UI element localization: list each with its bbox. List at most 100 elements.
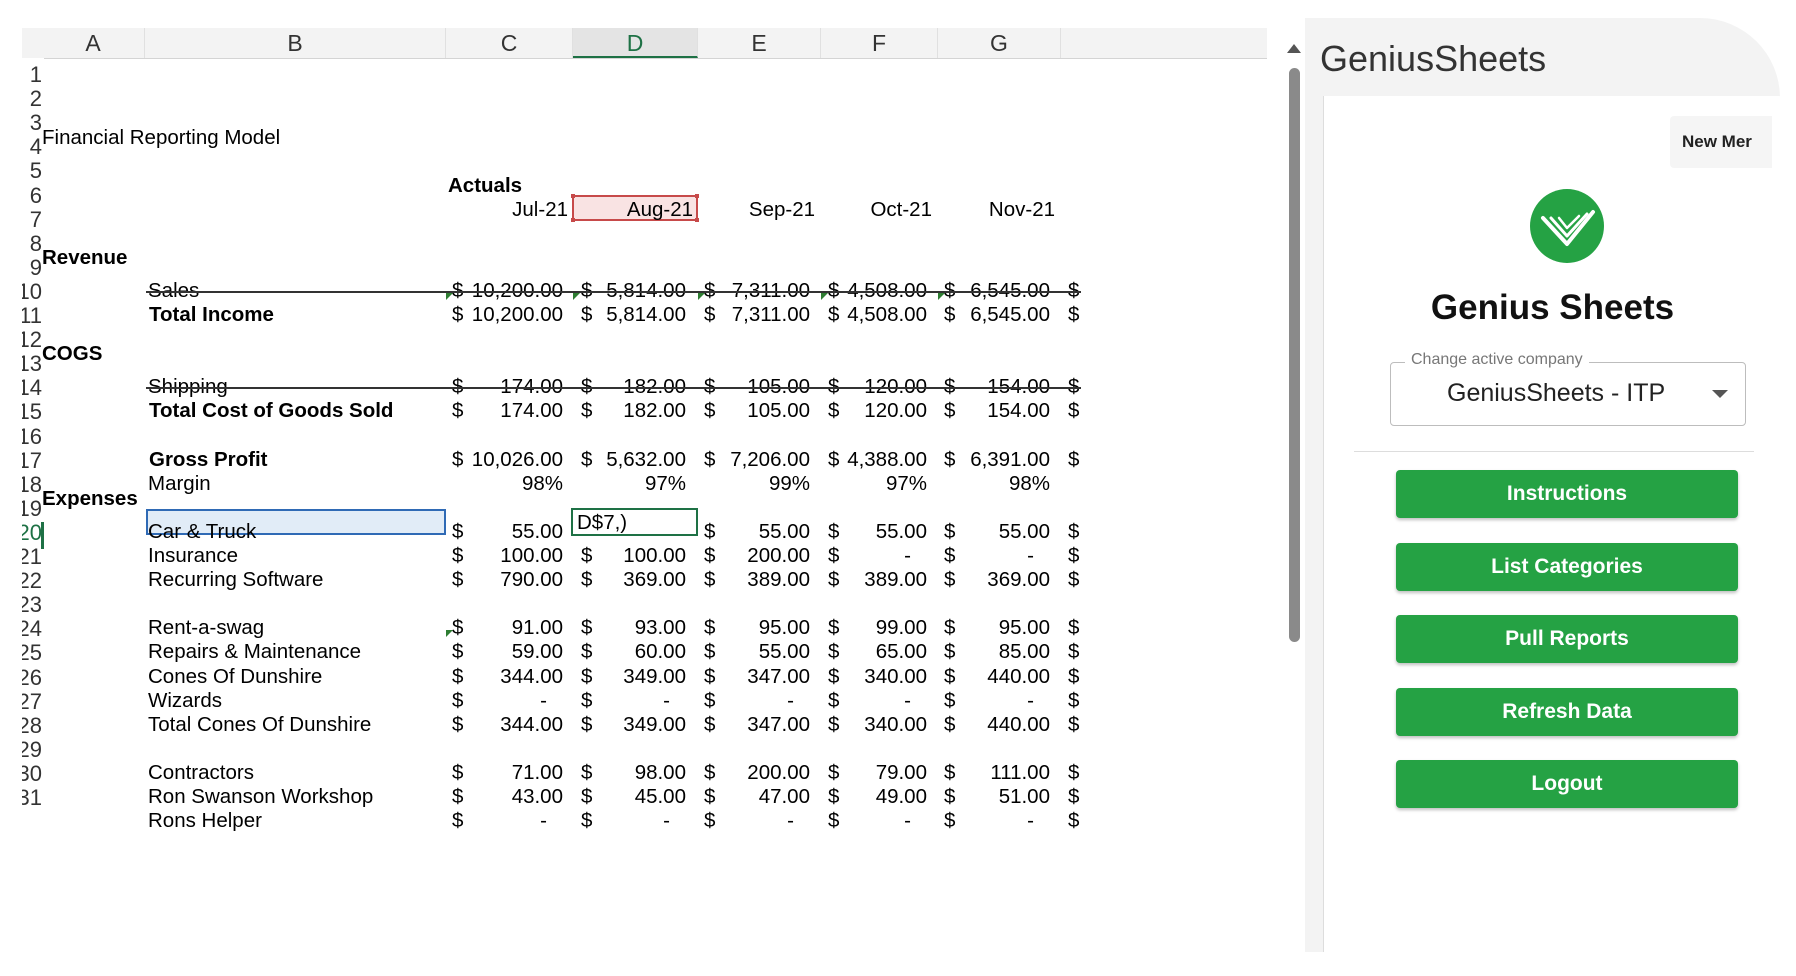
line-item-label[interactable]: Rent-a-swag [148, 614, 264, 641]
line-item-label[interactable]: Rons Helper [148, 807, 262, 834]
column-header-d[interactable]: D [573, 28, 698, 58]
value-cell[interactable]: 105.00 [710, 397, 810, 424]
value-cell[interactable]: 4,388.00 [827, 446, 927, 473]
value-cell[interactable]: 4,508.00 [827, 301, 927, 328]
line-item-label[interactable]: Wizards [148, 687, 222, 714]
line-item-label[interactable]: Total Cones Of Dunshire [148, 711, 371, 738]
value-cell[interactable]: - [934, 807, 1034, 834]
value-cell[interactable]: 7,206.00 [710, 446, 810, 473]
row-header-24[interactable]: 24 [22, 616, 42, 642]
value-cell[interactable]: 10,026.00 [463, 446, 563, 473]
value-cell[interactable]: 55.00 [463, 518, 563, 545]
row-header-15[interactable]: 15 [22, 399, 42, 425]
value-cell[interactable]: 65.00 [827, 638, 927, 665]
logout-button[interactable]: Logout [1396, 760, 1738, 808]
value-cell[interactable]: 100.00 [586, 542, 686, 569]
value-cell[interactable]: 340.00 [827, 663, 927, 690]
column-header-b[interactable]: B [145, 28, 446, 58]
row-header-21[interactable]: 21 [22, 544, 42, 570]
column-header-g[interactable]: G [938, 28, 1061, 58]
value-cell[interactable]: 154.00 [950, 397, 1050, 424]
refresh-data-button[interactable]: Refresh Data [1396, 688, 1738, 736]
value-cell[interactable]: 369.00 [950, 566, 1050, 593]
row-header-11[interactable]: 11 [22, 303, 42, 329]
value-cell[interactable]: 85.00 [950, 638, 1050, 665]
line-item-label[interactable]: Contractors [148, 759, 254, 786]
row-header-2[interactable]: 2 [22, 86, 42, 112]
value-cell[interactable]: 349.00 [586, 711, 686, 738]
scroll-up-arrow-icon[interactable] [1287, 44, 1301, 53]
value-cell[interactable]: - [811, 807, 911, 834]
row-header-19[interactable]: 19 [22, 496, 42, 522]
value-cell[interactable]: - [447, 687, 547, 714]
row-header-17[interactable]: 17 [22, 448, 42, 474]
column-header-f[interactable]: F [821, 28, 938, 58]
value-cell[interactable]: 47.00 [710, 783, 810, 810]
row-header-14[interactable]: 14 [22, 375, 42, 401]
value-cell[interactable]: 344.00 [463, 711, 563, 738]
value-cell[interactable]: 200.00 [710, 759, 810, 786]
value-cell[interactable]: 51.00 [950, 783, 1050, 810]
row-header-4[interactable]: 4 [22, 134, 42, 160]
line-item-label[interactable]: Gross Profit [149, 446, 267, 473]
row-header-6[interactable]: 6 [22, 183, 42, 209]
value-cell[interactable]: 55.00 [710, 518, 810, 545]
row-header-18[interactable]: 18 [22, 472, 42, 498]
line-item-label[interactable]: Repairs & Maintenance [148, 638, 361, 665]
line-item-label[interactable]: Insurance [148, 542, 238, 569]
row-header-13[interactable]: 13 [22, 351, 42, 377]
value-cell[interactable]: 120.00 [827, 397, 927, 424]
value-cell[interactable]: 790.00 [463, 566, 563, 593]
value-cell[interactable]: - [570, 687, 670, 714]
row-header-22[interactable]: 22 [22, 568, 42, 594]
value-cell[interactable]: 200.00 [710, 542, 810, 569]
line-item-label[interactable]: Car & Truck [148, 518, 256, 545]
value-cell[interactable]: 55.00 [950, 518, 1050, 545]
list-categories-button[interactable]: List Categories [1396, 543, 1738, 591]
value-cell[interactable]: 99% [710, 470, 810, 497]
value-cell[interactable]: 5,814.00 [586, 301, 686, 328]
value-cell[interactable]: 347.00 [710, 711, 810, 738]
value-cell[interactable]: - [694, 687, 794, 714]
row-header-9[interactable]: 9 [22, 255, 42, 281]
row-header-10[interactable]: 10 [22, 279, 42, 305]
value-cell[interactable]: 59.00 [463, 638, 563, 665]
row-header-25[interactable]: 25 [22, 640, 42, 666]
value-cell[interactable]: 91.00 [463, 614, 563, 641]
pull-reports-button[interactable]: Pull Reports [1396, 615, 1738, 663]
value-cell[interactable]: 389.00 [827, 566, 927, 593]
row-header-23[interactable]: 23 [22, 592, 42, 618]
value-cell[interactable]: 182.00 [586, 397, 686, 424]
row-header-8[interactable]: 8 [22, 231, 42, 257]
value-cell[interactable]: 5,632.00 [586, 446, 686, 473]
company-select[interactable]: Change active company GeniusSheets - ITP [1390, 351, 1746, 426]
line-item-label[interactable]: Cones Of Dunshire [148, 663, 322, 690]
line-item-label[interactable]: Ron Swanson Workshop [148, 783, 373, 810]
value-cell[interactable]: - [570, 807, 670, 834]
row-header-1[interactable]: 1 [22, 62, 42, 88]
column-header-e[interactable]: E [698, 28, 821, 58]
editing-cell-d20[interactable]: D$7,) [571, 508, 698, 536]
row-header-12[interactable]: 12 [22, 327, 42, 353]
row-header-28[interactable]: 28 [22, 713, 42, 739]
line-item-label[interactable]: Total Cost of Goods Sold [149, 397, 393, 424]
line-item-label[interactable]: Total Income [149, 301, 274, 328]
value-cell[interactable]: 79.00 [827, 759, 927, 786]
value-cell[interactable]: 95.00 [950, 614, 1050, 641]
row-header-16[interactable]: 16 [22, 424, 42, 450]
row-header-30[interactable]: 30 [22, 761, 42, 787]
value-cell[interactable]: 55.00 [827, 518, 927, 545]
column-header-c[interactable]: C [446, 28, 573, 58]
line-item-label[interactable]: Recurring Software [148, 566, 323, 593]
value-cell[interactable]: 93.00 [586, 614, 686, 641]
value-cell[interactable]: 347.00 [710, 663, 810, 690]
column-header-h[interactable] [1061, 28, 1281, 58]
dropdown-caret-icon[interactable] [1712, 390, 1728, 398]
value-cell[interactable]: 349.00 [586, 663, 686, 690]
value-cell[interactable]: 10,200.00 [463, 301, 563, 328]
value-cell[interactable]: 97% [827, 470, 927, 497]
instructions-button[interactable]: Instructions [1396, 470, 1738, 518]
value-cell[interactable]: 71.00 [463, 759, 563, 786]
value-cell[interactable]: - [934, 542, 1034, 569]
row-header-7[interactable]: 7 [22, 207, 42, 233]
